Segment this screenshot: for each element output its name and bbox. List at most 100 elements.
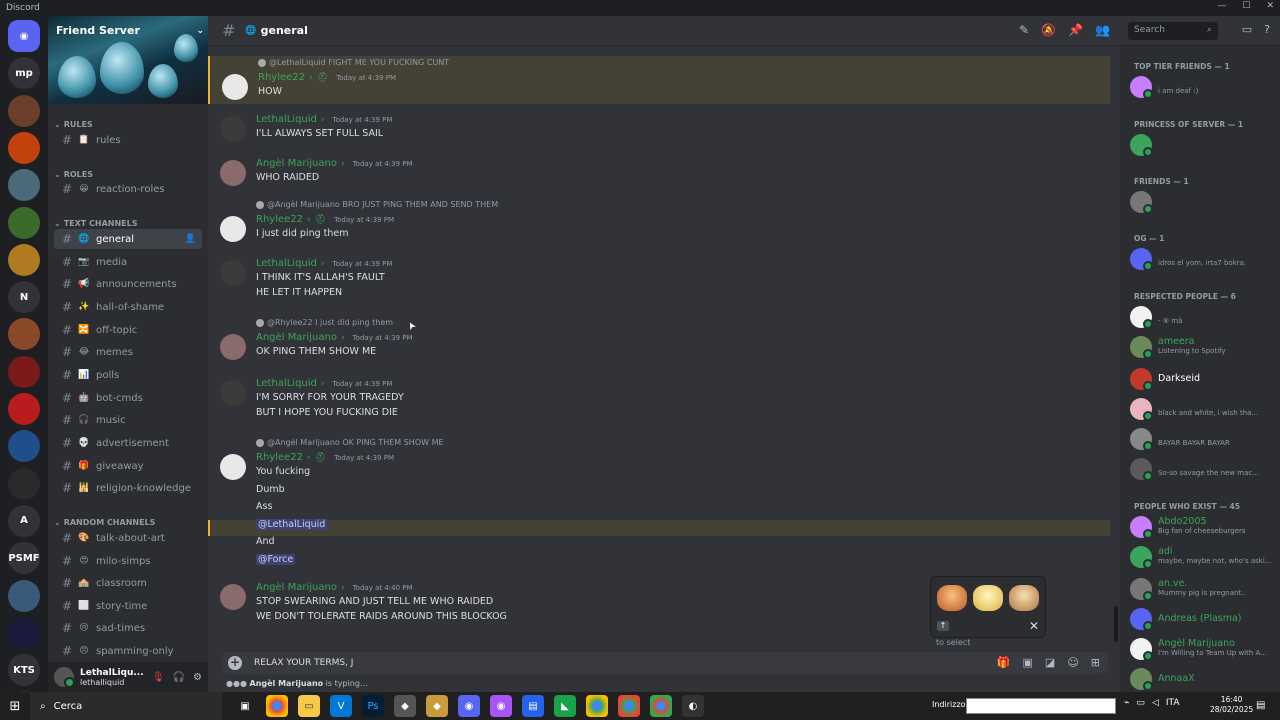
reply-preview[interactable]: @LethalLiquid FIGHT ME YOU FUCKING CUNT xyxy=(258,58,449,67)
member-item[interactable]: adi maybe, maybe not, who's aski... xyxy=(1130,544,1278,570)
server-icon[interactable] xyxy=(8,616,40,649)
server-icon[interactable] xyxy=(8,393,40,425)
gif-icon[interactable]: ▣ xyxy=(1023,656,1033,669)
server-icon[interactable]: PSMF xyxy=(8,542,40,575)
sticker-option[interactable] xyxy=(1009,585,1039,611)
sticker-option[interactable] xyxy=(973,585,1003,611)
message[interactable]: LethalLiquid › Today at 4:39 PM I THINK IT'… xyxy=(208,256,1110,308)
server-icon[interactable] xyxy=(8,169,40,202)
message[interactable]: @LethalLiquid FIGHT ME YOU FUCKING CUNT R… xyxy=(208,56,1110,104)
channel-giveaway[interactable]: # 🎁 giveaway xyxy=(54,456,202,476)
mute-mic-icon[interactable]: 🎙 xyxy=(152,672,165,683)
member-item[interactable]: black and white, i wish tha... xyxy=(1130,396,1278,422)
member-item[interactable]: Angèl Marijuano I'm Willing to Team Up wi… xyxy=(1130,636,1278,662)
avatar[interactable] xyxy=(220,334,246,360)
discord-icon[interactable]: ◉ xyxy=(458,695,480,717)
bluetooth-icon[interactable]: ⌁ xyxy=(1124,698,1129,708)
language-indicator[interactable]: ITA xyxy=(1166,698,1180,708)
avatar[interactable] xyxy=(54,667,75,688)
server-icon[interactable] xyxy=(8,355,40,388)
member-item[interactable]: Andreas (Plasma) xyxy=(1130,606,1278,632)
server-icon[interactable] xyxy=(8,131,40,164)
user-mention[interactable]: @Force xyxy=(256,553,296,565)
avatar[interactable] xyxy=(220,454,246,480)
server-icon[interactable] xyxy=(8,430,40,463)
windows-start-icon[interactable]: ⊞ xyxy=(0,699,30,714)
avatar[interactable] xyxy=(220,260,246,286)
author-name[interactable]: Angèl Marijuano xyxy=(256,582,337,593)
channel-advertisement[interactable]: # 💀 advertisement xyxy=(54,433,202,453)
channel-media[interactable]: # 📷 media xyxy=(54,252,202,272)
server-icon[interactable] xyxy=(8,206,40,239)
sticker-icon[interactable]: ◪ xyxy=(1045,656,1055,669)
message[interactable]: LethalLiquid › Today at 4:39 PM I'M SORRY F… xyxy=(208,376,1110,428)
message-input[interactable]: + RELAX YOUR TERMS, J 🎁 ▣ ◪ ☺ ⊞ xyxy=(222,652,1108,674)
channel-sad-times[interactable]: # 😢 sad-times xyxy=(54,618,202,638)
inbox-icon[interactable]: ▭ xyxy=(1242,23,1252,36)
help-icon[interactable]: ? xyxy=(1264,23,1270,36)
notification-bell-icon[interactable]: 🔕 xyxy=(1041,23,1056,37)
threads-icon[interactable]: ✎ xyxy=(1019,23,1029,37)
channel-polls[interactable]: # 📊 polls xyxy=(54,365,202,385)
member-item[interactable]: ameera Listening to Spotify xyxy=(1130,334,1278,360)
member-item[interactable]: Darkseid xyxy=(1130,366,1278,392)
server-icon[interactable] xyxy=(8,467,40,500)
message[interactable]: Angèl Marijuano › Today at 4:39 PM WHO RAID… xyxy=(208,156,1110,192)
member-list-icon[interactable]: 👥 xyxy=(1095,23,1110,37)
channel-spamming-only[interactable]: # 😠 spamming-only xyxy=(54,641,202,661)
server-icon[interactable] xyxy=(8,318,40,351)
server-name-button[interactable]: Friend Server ⌄ xyxy=(56,24,204,37)
chrome-icon[interactable] xyxy=(618,695,640,717)
member-item[interactable]: So-so savage the new mac... xyxy=(1130,456,1278,482)
channel-general[interactable]: # 🌐 general 👤 xyxy=(54,229,202,249)
volume-icon[interactable]: ◁ xyxy=(1152,698,1159,708)
server-icon[interactable]: KTS xyxy=(8,654,40,687)
add-attachment-button[interactable]: + xyxy=(228,656,242,670)
sticker-option[interactable] xyxy=(937,585,967,611)
member-item[interactable]: BAYAR BAYAR BAYAR xyxy=(1130,426,1278,452)
author-name[interactable]: Rhylee22 xyxy=(258,72,305,83)
reply-preview[interactable]: @Angèl Marijuano OK PING THEM SHOW ME xyxy=(256,438,444,447)
server-icon[interactable]: N xyxy=(8,281,40,314)
channel-music[interactable]: # 🎧 music xyxy=(54,410,202,430)
author-name[interactable]: LethalLiquid xyxy=(256,378,317,389)
app-icon[interactable]: ◐ xyxy=(682,695,704,717)
member-item[interactable]: Abdo2005 Big fan of cheeseburgers xyxy=(1130,514,1278,540)
channel-rules[interactable]: # 📋 rules xyxy=(54,130,202,150)
scrollbar[interactable] xyxy=(1114,606,1118,642)
server-icon[interactable] xyxy=(8,579,40,612)
discord-logo-icon[interactable]: ◉ xyxy=(8,20,40,52)
author-name[interactable]: LethalLiquid xyxy=(256,114,317,125)
address-input[interactable] xyxy=(966,698,1116,714)
avatar[interactable] xyxy=(222,74,248,100)
task-view-icon[interactable]: ▣ xyxy=(234,695,256,717)
network-icon[interactable]: ▭ xyxy=(1136,698,1145,708)
server-icon[interactable] xyxy=(8,94,40,127)
author-name[interactable]: Angèl Marijuano xyxy=(256,158,337,169)
app-icon[interactable]: ◆ xyxy=(394,695,416,717)
member-item[interactable]: idros el yom, irta7 bokra. xyxy=(1130,246,1278,272)
member-item[interactable]: AnnaaX xyxy=(1130,666,1278,692)
avatar[interactable] xyxy=(220,216,246,242)
channel-talk-about-art[interactable]: # 🎨 talk-about-art xyxy=(54,528,202,548)
avatar[interactable] xyxy=(220,116,246,142)
message[interactable]: @Angèl Marijuano BRO JUST PING THEM AND … xyxy=(208,198,1110,248)
pin-icon[interactable]: 📌 xyxy=(1068,23,1083,37)
message[interactable]: LethalLiquid › Today at 4:39 PM I'LL ALWAYS… xyxy=(208,112,1110,148)
headphones-icon[interactable]: 🎧 xyxy=(173,672,185,683)
member-item[interactable]: an.ve. Mummy pig is pregnant.. xyxy=(1130,576,1278,602)
message-list[interactable]: @LethalLiquid FIGHT ME YOU FUCKING CUNT R… xyxy=(208,46,1120,648)
taskbar-search[interactable]: ⌕ Cerca xyxy=(30,692,222,720)
channel-memes[interactable]: # 😂 memes xyxy=(54,342,202,362)
server-icon[interactable]: A xyxy=(8,504,40,537)
chrome-icon[interactable] xyxy=(586,695,608,717)
channel-hall-of-shame[interactable]: # ✨ hall-of-shame xyxy=(54,297,202,317)
avatar[interactable] xyxy=(220,160,246,186)
app-icon[interactable]: ▤ xyxy=(522,695,544,717)
chrome-icon[interactable] xyxy=(266,695,288,717)
channel-reaction-roles[interactable]: # 😀 reaction-roles xyxy=(54,179,202,199)
close-window-button[interactable]: ✕ xyxy=(1266,1,1274,11)
app-icon[interactable]: ◉ xyxy=(490,695,512,717)
reply-preview[interactable]: @Rhylee22 I just did ping them xyxy=(256,318,393,327)
user-mention[interactable]: @LethalLiquid xyxy=(256,518,328,530)
